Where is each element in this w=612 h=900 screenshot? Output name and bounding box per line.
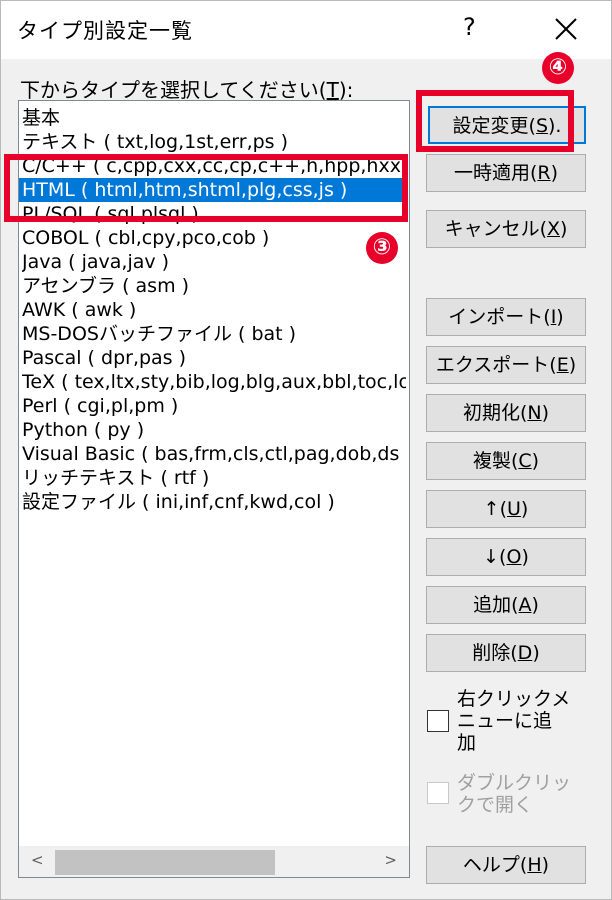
delete-button[interactable]: 削除(D) bbox=[426, 634, 586, 672]
move-down-button[interactable]: ↓(O) bbox=[426, 538, 586, 576]
double-click-checkbox bbox=[427, 782, 449, 804]
list-item[interactable]: 設定ファイル ( ini,inf,cnf,kwd,col ) bbox=[22, 490, 406, 514]
reset-button[interactable]: 初期化(N) bbox=[426, 394, 586, 432]
list-item[interactable]: MS-DOSバッチファイル ( bat ) bbox=[22, 322, 406, 346]
help-icon[interactable]: ? bbox=[463, 13, 476, 41]
list-item[interactable]: Python ( py ) bbox=[22, 418, 406, 442]
scroll-thumb[interactable] bbox=[55, 850, 275, 875]
context-menu-checkbox[interactable] bbox=[427, 710, 449, 732]
list-item[interactable]: Visual Basic ( bas,frm,cls,ctl,pag,dob,d… bbox=[22, 442, 406, 466]
title-bar: タイプ別設定一覧 ? bbox=[1, 1, 611, 59]
apply-temporarily-button[interactable]: 一時適用(R) bbox=[426, 154, 586, 192]
list-item[interactable]: Java ( java,jav ) bbox=[22, 250, 406, 274]
list-prompt: 下からタイプを選択してください(T): bbox=[20, 78, 354, 102]
list-item[interactable]: アセンブラ ( asm ) bbox=[22, 274, 406, 298]
double-click-label: ダブルクリッ クで開く bbox=[457, 772, 572, 816]
list-item[interactable]: AWK ( awk ) bbox=[22, 298, 406, 322]
list-item[interactable]: TeX ( tex,ltx,sty,bib,log,blg,aux,bbl,to… bbox=[22, 370, 406, 394]
export-button[interactable]: エクスポート(E) bbox=[426, 346, 586, 384]
list-item[interactable]: Pascal ( dpr,pas ) bbox=[22, 346, 406, 370]
callout-step-4: ④ bbox=[542, 52, 574, 84]
list-item[interactable]: COBOL ( cbl,cpy,pco,cob ) bbox=[22, 226, 406, 250]
list-item[interactable]: リッチテキスト ( rtf ) bbox=[22, 466, 406, 490]
move-up-button[interactable]: ↑(U) bbox=[426, 490, 586, 528]
list-item[interactable]: 基本 bbox=[22, 106, 406, 130]
cancel-button[interactable]: キャンセル(X) bbox=[426, 210, 586, 248]
scroll-left-arrow-icon[interactable]: < bbox=[31, 851, 44, 869]
window-title: タイプ別設定一覧 bbox=[17, 19, 193, 43]
annotation-highlight-selected-type bbox=[4, 154, 408, 222]
help-button[interactable]: ヘルプ(H) bbox=[426, 846, 586, 884]
callout-step-3: ③ bbox=[366, 232, 398, 264]
list-item[interactable]: Perl ( cgi,pl,pm ) bbox=[22, 394, 406, 418]
scroll-right-arrow-icon[interactable]: > bbox=[384, 851, 397, 869]
add-button[interactable]: 追加(A) bbox=[426, 586, 586, 624]
horizontal-scrollbar[interactable]: < > bbox=[19, 846, 409, 877]
context-menu-label: 右クリックメ ニューに追 加 bbox=[457, 688, 571, 754]
import-button[interactable]: インポート(I) bbox=[426, 298, 586, 336]
duplicate-button[interactable]: 複製(C) bbox=[426, 442, 586, 480]
list-item[interactable]: テキスト ( txt,log,1st,err,ps ) bbox=[22, 130, 406, 154]
close-icon[interactable] bbox=[549, 9, 583, 49]
annotation-highlight-change-button bbox=[416, 90, 574, 152]
